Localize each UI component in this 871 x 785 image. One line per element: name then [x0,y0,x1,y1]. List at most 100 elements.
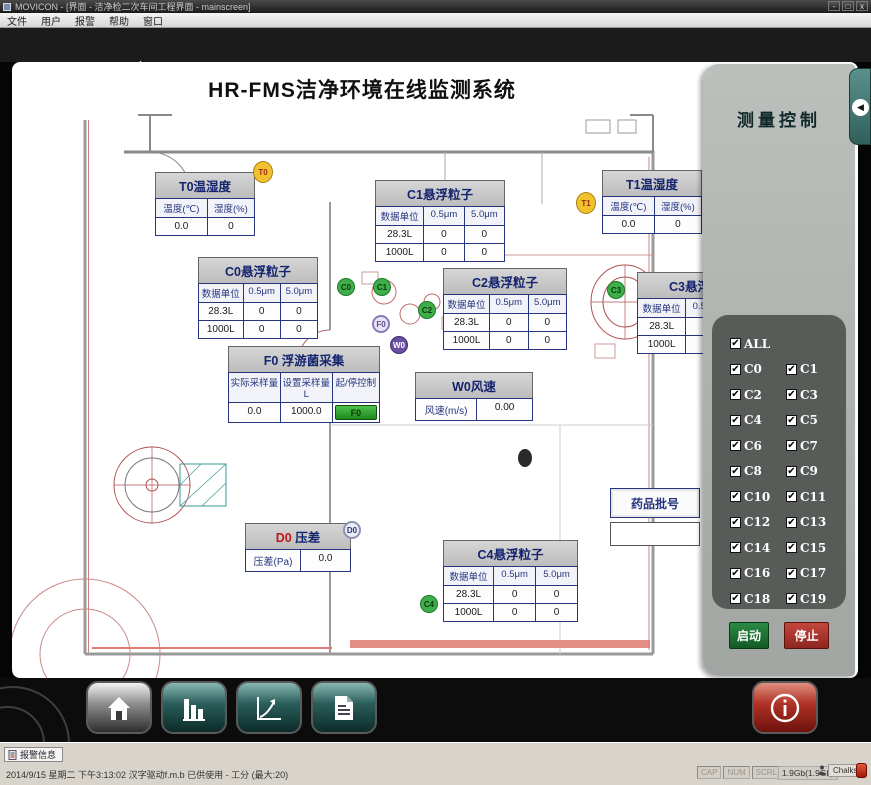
taskbar-alert-icon[interactable] [856,763,867,778]
checkbox-mark: ✔ [730,466,741,477]
col-header: 温度(℃) [603,197,654,215]
trend-curve-button[interactable] [236,681,302,734]
checkbox-label: C6 [744,439,762,453]
data-cell: 0 [655,216,701,233]
checkbox-c16[interactable]: ✔C16 [730,563,786,584]
checkbox-c3[interactable]: ✔C3 [786,384,842,405]
data-cell: 0 [424,244,463,261]
f0-col-setpoint: 设置采样量L [281,373,332,402]
panel-t1-table: 温度(℃)湿度(%)0.00 [602,196,702,234]
checkbox-mark: ✔ [786,542,797,553]
data-cell: 1000L [638,336,685,353]
checkbox-c17[interactable]: ✔C17 [786,563,842,584]
start-button[interactable]: 启动 [729,622,769,649]
report-button[interactable] [311,681,377,734]
panel-d0: D0 压差 压差(Pa)0.0 [245,523,351,572]
sensor-badge-c3: C3 [607,281,625,299]
col-header: 数据单位 [376,207,423,225]
checkbox-c9[interactable]: ✔C9 [786,461,842,482]
checkbox-mark: ✔ [730,593,741,604]
panel-w0-table: 风速(m/s)0.00 [415,398,533,421]
trend-curve-icon [254,693,284,723]
data-cell: 0.0 [603,216,654,233]
close-button[interactable]: x [856,1,868,11]
checkbox-label: C10 [744,490,770,504]
batch-number-input[interactable] [610,522,700,546]
data-cell: 0.0 [156,218,207,235]
checkbox-label: C9 [800,464,818,478]
checkbox-mark: ✔ [730,491,741,502]
checkbox-mark: ✔ [786,517,797,528]
checkbox-c0[interactable]: ✔C0 [730,359,786,380]
col-header: 5.0μm [529,295,567,313]
sensor-badge-t1: T1 [576,192,596,214]
checkbox-c12[interactable]: ✔C12 [730,512,786,533]
panel-c1-table: 数据单位0.5μm5.0μm28.3L001000L00 [375,206,505,262]
checkbox-c7[interactable]: ✔C7 [786,435,842,456]
checkbox-c5[interactable]: ✔C5 [786,410,842,431]
checkbox-c8[interactable]: ✔C8 [730,461,786,482]
checkbox-label: C1 [800,362,818,376]
bar-chart-button[interactable] [161,681,227,734]
d0-code: D0 [276,531,292,545]
checkbox-mark: ✔ [730,415,741,426]
maximize-button[interactable]: □ [842,1,854,11]
sensor-badge-c0: C0 [337,278,355,296]
checkbox-label: C13 [800,515,826,529]
checkbox-c11[interactable]: ✔C11 [786,486,842,507]
checkbox-c14[interactable]: ✔C14 [730,537,786,558]
menu-user[interactable]: 用户 [41,13,61,28]
page-title: HR-FMS洁净环境在线监测系统 [12,74,712,104]
checkbox-c15[interactable]: ✔C15 [786,537,842,558]
col-header: 湿度(%) [655,197,701,215]
panel-c4-table: 数据单位0.5μm5.0μm28.3L001000L00 [443,566,578,622]
checkbox-c6[interactable]: ✔C6 [730,435,786,456]
info-page-button[interactable] [752,681,818,734]
checkbox-c18[interactable]: ✔C18 [730,588,786,609]
app-icon [3,3,11,11]
menu-window[interactable]: 窗口 [143,13,163,28]
data-cell: 28.3L [376,226,423,243]
col-header: 5.0μm [465,207,504,225]
measurement-control-sidebar: 测量控制 ✔ALL✔C0✔C1✔C2✔C3✔C4✔C5✔C6✔C7✔C8✔C9✔… [703,64,855,676]
alarm-log-tab[interactable]: 报警信息 [4,747,63,762]
minimize-button[interactable]: - [828,1,840,11]
back-arrow-icon: ◀ [852,99,869,116]
checkbox-c10[interactable]: ✔C10 [730,486,786,507]
f0-col-actual: 实际采样量 [229,373,280,402]
panel-w0-title: W0风速 [415,372,533,398]
stop-button[interactable]: 停止 [784,622,829,649]
data-cell: 0 [490,332,528,349]
data-cell: 压差(Pa) [246,550,300,571]
checkbox-label: C14 [744,541,770,555]
panel-c4: C4悬浮粒子 数据单位0.5μm5.0μm28.3L001000L00 [443,540,578,622]
checkbox-c19[interactable]: ✔C19 [786,588,842,609]
menu-alarm[interactable]: 报警 [75,13,95,28]
f0-start-stop-button[interactable]: F0 [335,405,377,420]
menu-bar: 文件 用户 报警 帮助 窗口 [0,13,871,28]
sensor-badge-c1: C1 [373,278,391,296]
info-circle-icon [769,692,801,724]
data-cell: 0 [244,303,280,320]
panel-c4-title: C4悬浮粒子 [443,540,578,566]
panel-t0-table: 温度(℃)湿度(%)0.00 [155,198,255,236]
panel-f0: F0 浮游菌采集 实际采样量 设置采样量L 起/停控制 0.0 1000.0 F… [228,346,380,423]
checkbox-c4[interactable]: ✔C4 [730,410,786,431]
d0-name: 压差 [295,531,320,545]
data-cell: 0 [529,314,567,331]
panel-c2: C2悬浮粒子 数据单位0.5μm5.0μm28.3L001000L00 [443,268,567,350]
status-toolbar: 报警状态 0 192.168.3.46 登录 注销 15:19:04 [0,28,871,62]
data-cell: 0 [424,226,463,243]
sidebar-collapse-tab[interactable]: ◀ [849,68,871,145]
os-taskbar: 报警信息 2014/9/15 星期二 下午3:13:02 汉字驱动f.m.b 已… [0,742,871,785]
checkbox-c13[interactable]: ✔C13 [786,512,842,533]
checkbox-c1[interactable]: ✔C1 [786,359,842,380]
checkbox-all[interactable]: ✔ALL [730,333,842,354]
data-cell: 0 [281,321,317,338]
data-cell: 0.00 [477,399,532,420]
checkbox-c2[interactable]: ✔C2 [730,384,786,405]
sensor-badge-c2: C2 [418,301,436,319]
menu-file[interactable]: 文件 [7,13,27,28]
home-button[interactable] [86,681,152,734]
menu-help[interactable]: 帮助 [109,13,129,28]
